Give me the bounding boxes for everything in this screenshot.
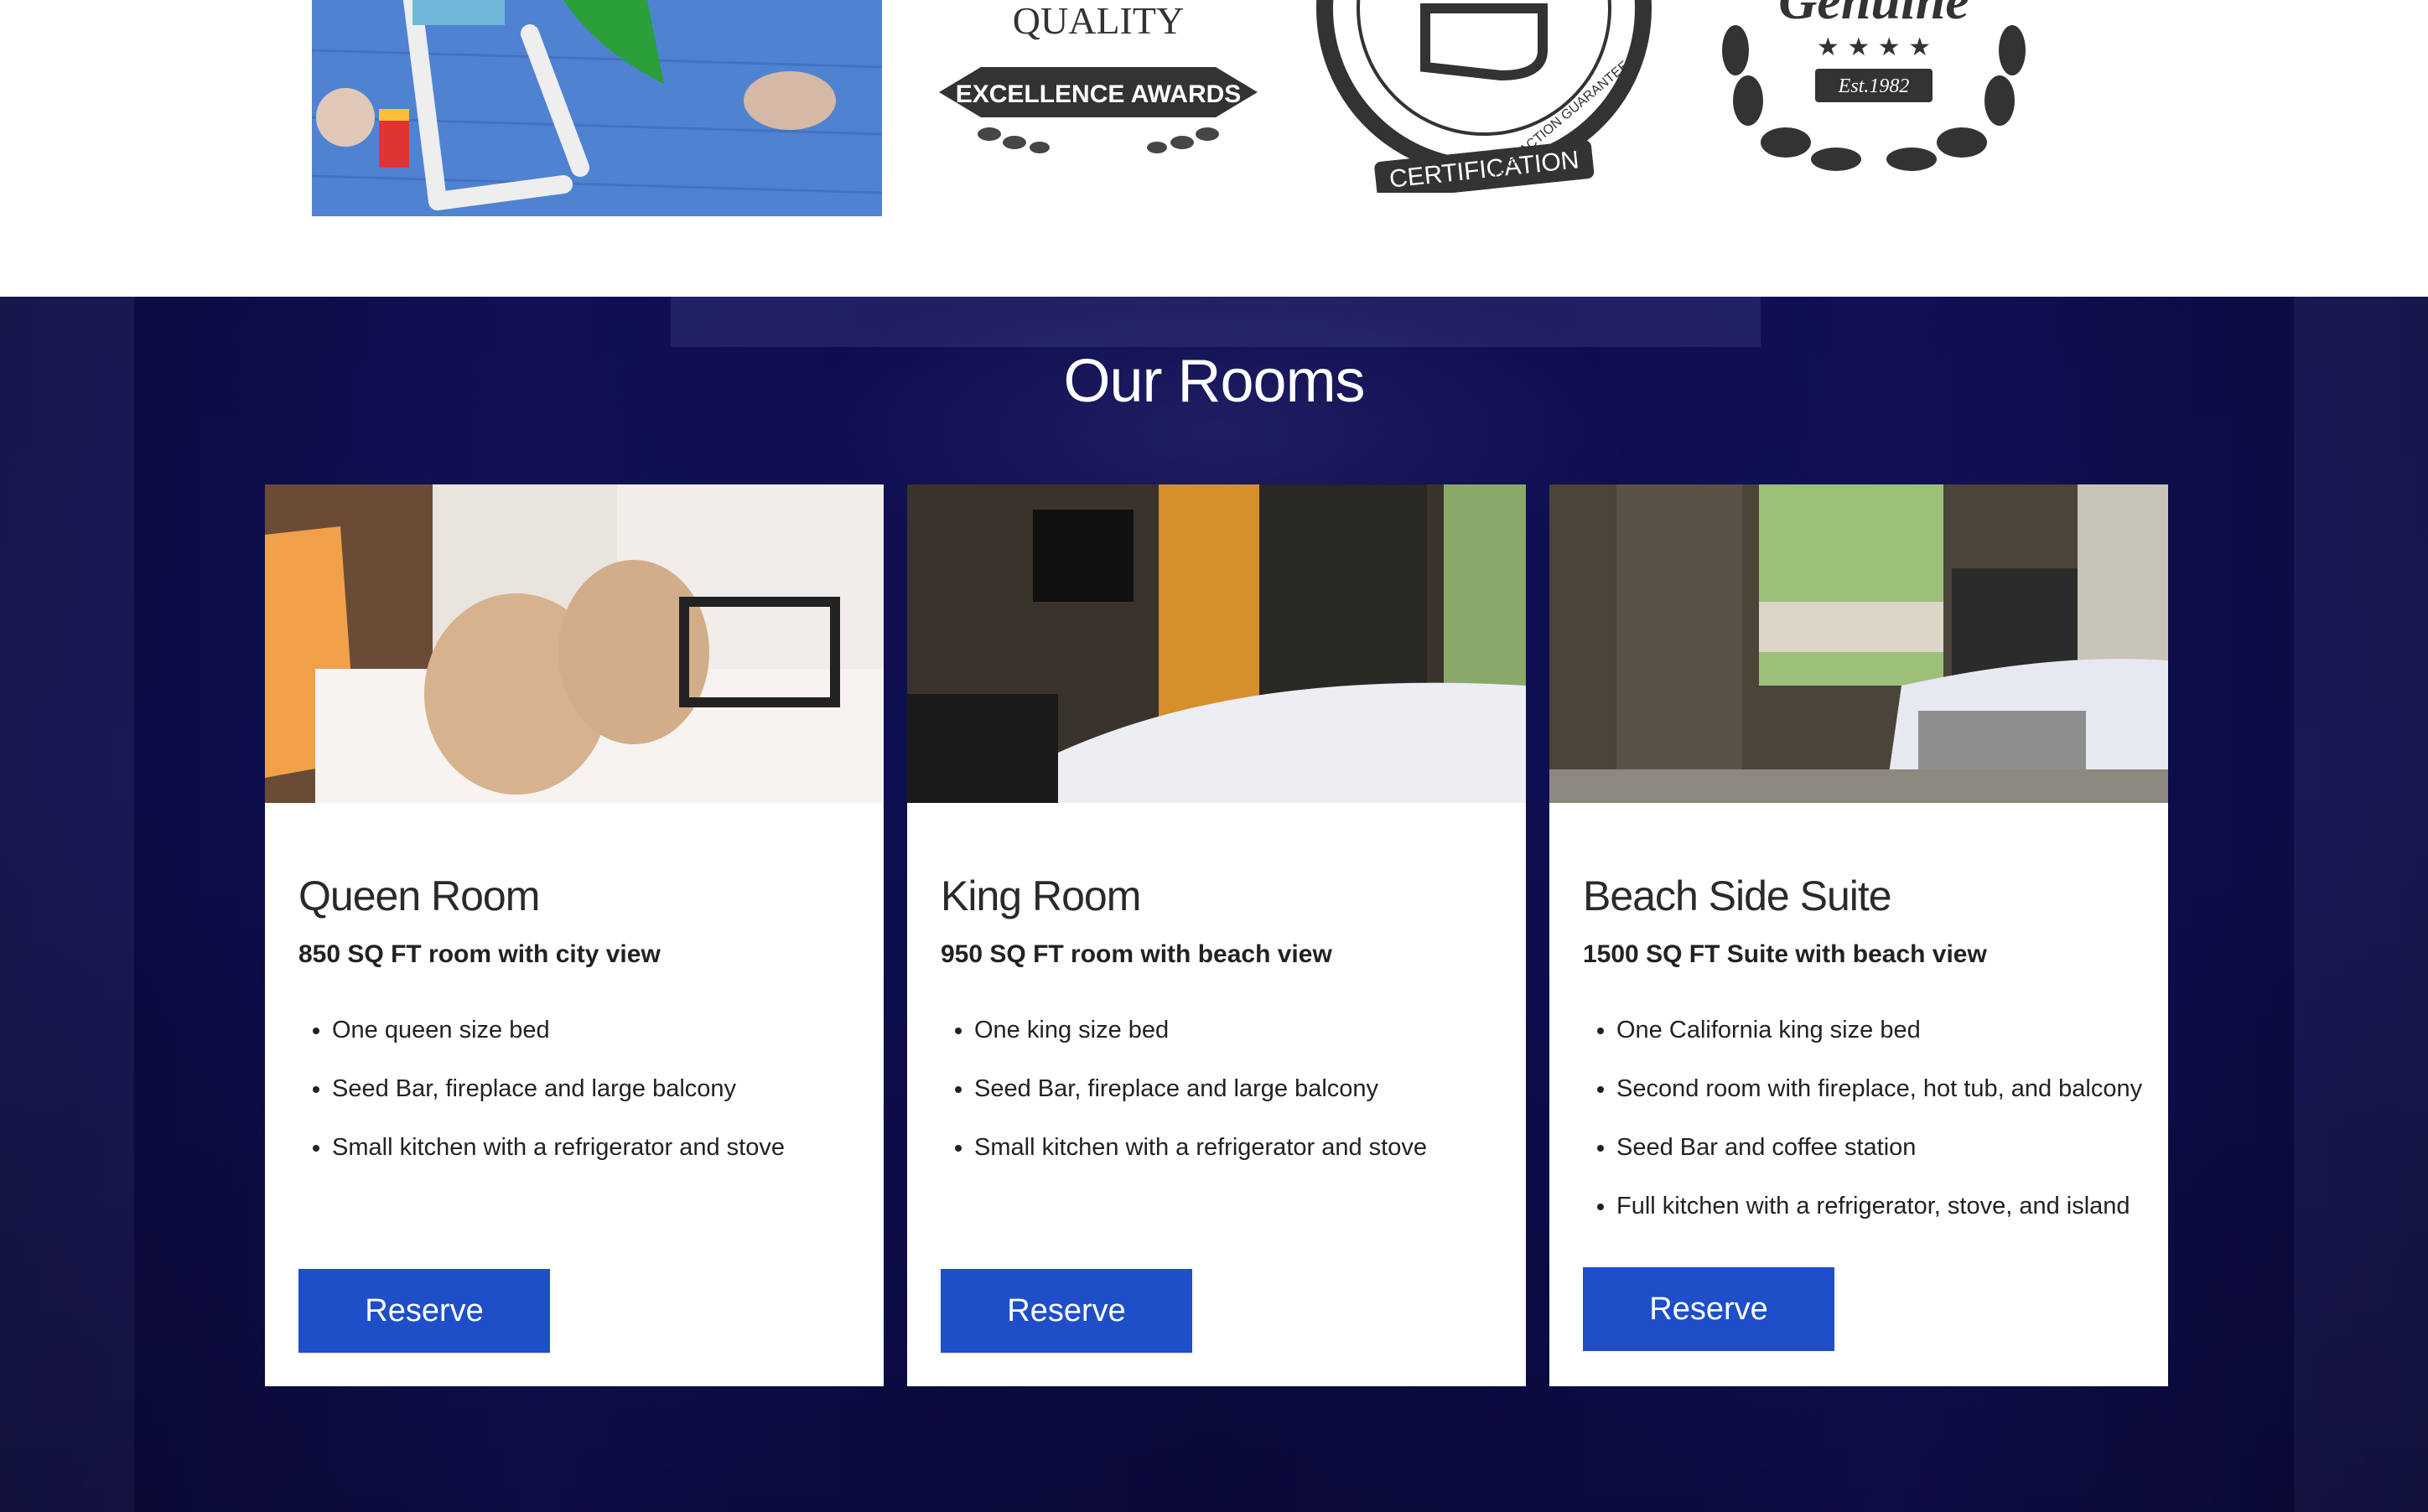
room-features-queen: One queen size bed Seed Bar, fireplace a… <box>298 1001 785 1177</box>
feature-item: Seed Bar, fireplace and large balcony <box>974 1059 1427 1118</box>
awards-strip: QUALITY EXCELLENCE AWARDS CERTIFICATION … <box>0 0 2428 297</box>
stars-icon: ★ ★ ★ ★ <box>1817 33 1931 62</box>
feature-item: Small kitchen with a refrigerator and st… <box>332 1118 785 1177</box>
quality-text: QUALITY <box>1013 0 1184 42</box>
room-subtitle-suite: 1500 SQ FT Suite with beach view <box>1583 940 1987 968</box>
reserve-button-king[interactable]: Reserve <box>941 1269 1192 1353</box>
reserve-button-queen[interactable]: Reserve <box>298 1269 550 1353</box>
room-card-king <box>907 484 1526 1386</box>
room-title-queen: Queen Room <box>298 873 540 919</box>
feature-item: Second room with fireplace, hot tub, and… <box>1616 1059 2142 1118</box>
room-title-suite: Beach Side Suite <box>1583 873 1892 919</box>
feature-item: One king size bed <box>974 1001 1427 1059</box>
room-subtitle-queen: 850 SQ FT room with city view <box>298 940 661 968</box>
feature-item: One California king size bed <box>1616 1001 2142 1059</box>
room-features-suite: One California king size bed Second room… <box>1583 1001 2142 1235</box>
room-features-king: One king size bed Seed Bar, fireplace an… <box>941 1001 1427 1177</box>
room-photo-suite <box>1549 484 2168 803</box>
genuine-badge: Genuine ★ ★ ★ ★ Est.1982 <box>1702 0 2046 176</box>
feature-item: Full kitchen with a refrigerator, stove,… <box>1616 1177 2142 1235</box>
feature-item: Seed Bar, fireplace and large balcony <box>332 1059 785 1118</box>
genuine-text: Genuine <box>1778 0 1969 30</box>
feature-item: Small kitchen with a refrigerator and st… <box>974 1118 1427 1177</box>
room-subtitle-king: 950 SQ FT room with beach view <box>941 940 1332 968</box>
feature-item: One queen size bed <box>332 1001 785 1059</box>
beach-chair-image <box>312 0 882 216</box>
section-title: Our Rooms <box>1063 348 1365 415</box>
reserve-button-suite[interactable]: Reserve <box>1583 1267 1834 1351</box>
established-text: Est.1982 <box>1838 75 1910 97</box>
room-title-king: King Room <box>941 873 1141 919</box>
room-card-suite <box>1549 484 2168 1386</box>
room-photo-queen <box>265 484 884 803</box>
room-photo-king <box>907 484 1526 803</box>
satisfaction-guarantee-badge: CERTIFICATION SATISFACTION GUARANTEE <box>1308 0 1660 193</box>
feature-item: Seed Bar and coffee station <box>1616 1118 2142 1177</box>
excellence-awards-text: EXCELLENCE AWARDS <box>956 80 1242 108</box>
room-card-queen <box>265 484 884 1386</box>
quality-excellence-badge: QUALITY EXCELLENCE AWARDS <box>931 0 1266 168</box>
thumbs-up-icon <box>1420 3 1548 81</box>
